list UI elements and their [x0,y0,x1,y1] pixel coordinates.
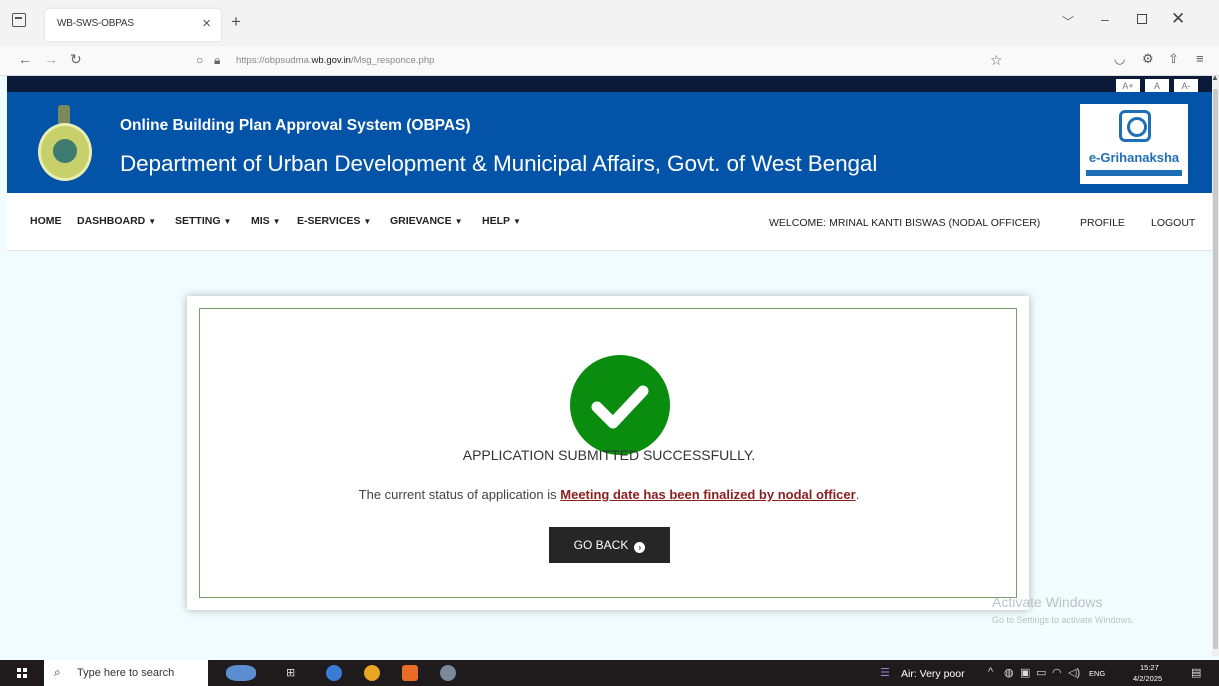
caret-down-icon: ▼ [513,217,521,226]
language-indicator[interactable]: ENG [1089,669,1105,678]
network-icon[interactable]: ◍ [1004,666,1014,679]
scrollbar-thumb[interactable] [1213,89,1218,649]
site-subtitle: Department of Urban Development & Munici… [120,151,878,176]
lock-icon[interactable]: 🔒︎ [214,53,220,68]
caret-down-icon: ▼ [454,217,463,226]
task-view-icon[interactable]: ⊞ [286,666,295,679]
back-arrow-icon[interactable]: ← [18,51,32,67]
taskbar-search[interactable]: ⌕ Type here to search [44,660,208,686]
menu-item-help[interactable]: HELP ▼ [482,215,521,227]
weather-widget-icon[interactable] [226,665,256,681]
firefox-icon[interactable] [402,665,418,681]
success-check-icon [570,355,670,455]
bookmark-star-icon[interactable]: ☆ [990,52,1003,69]
air-quality-icon: ☰ [880,667,890,679]
menu-icon[interactable]: ≡ [1196,51,1204,66]
monitor-icon[interactable]: ▣ [1020,666,1030,679]
clock-date[interactable]: 4/2/2025 [1133,674,1162,683]
state-emblem [34,105,96,185]
share-icon[interactable]: ⇧ [1168,51,1179,67]
windows-start-icon[interactable] [17,668,27,678]
result-panel: APPLICATION SUBMITTED SUCCESSFULLY. The … [199,308,1017,598]
tab-list-icon[interactable] [12,13,26,27]
welcome-text: WELCOME: MRINAL KANTI BISWAS (NODAL OFFI… [769,217,1041,229]
browser-tabbar: WB-SWS-OBPAS × + ﹀ – ✕ [0,0,1219,46]
site-title: Online Building Plan Approval System (OB… [120,117,471,134]
notification-icon[interactable]: ▤ [1191,666,1201,679]
window-close-icon[interactable]: ✕ [1171,9,1185,29]
status-value: Meeting date has been finalized by nodal… [560,487,856,502]
logo-text: e-Grihanaksha [1088,150,1180,165]
house-icon [1119,110,1151,142]
tab-title: WB-SWS-OBPAS [57,18,134,29]
activate-windows-subtitle: Go to Settings to activate Windows. [992,615,1135,625]
url-text[interactable]: https://obpsudma.wb.gov.in/Msg_responce.… [236,55,434,66]
tray-chevron-icon[interactable]: ^ [988,666,993,678]
menu-item-mis[interactable]: MIS ▼ [251,215,281,227]
accessibility-strip: A+ A A- [7,76,1212,93]
result-card: APPLICATION SUBMITTED SUCCESSFULLY. The … [187,296,1029,610]
tab-overflow-chevron-icon[interactable]: ﹀ [1062,13,1074,30]
new-tab-icon[interactable]: + [231,12,241,32]
menu-item-setting[interactable]: SETTING ▼ [175,215,231,227]
font-increase-button[interactable]: A+ [1116,79,1140,93]
caret-down-icon: ▼ [148,217,157,226]
profile-link[interactable]: PROFILE [1080,217,1125,229]
forward-arrow-icon[interactable]: → [44,51,58,67]
logout-link[interactable]: LOGOUT [1151,217,1195,229]
caret-down-icon: ▼ [272,217,281,226]
wifi-icon[interactable]: ◠ [1052,666,1062,679]
copilot-icon[interactable] [326,665,342,681]
success-message: APPLICATION SUBMITTED SUCCESSFULLY. [462,447,756,463]
e-grihanaksha-logo: e-Grihanaksha [1080,104,1188,184]
search-placeholder: Type here to search [77,667,175,679]
battery-icon[interactable]: ▭ [1036,666,1046,679]
clock-time[interactable]: 15:27 [1140,663,1159,672]
browser-tab[interactable]: WB-SWS-OBPAS × [45,9,221,41]
caret-down-icon: ▼ [363,217,372,226]
chrome-icon[interactable] [364,665,380,681]
pocket-icon[interactable]: ◡ [1114,51,1125,67]
minimize-icon[interactable]: – [1101,11,1109,27]
app-icon[interactable] [440,665,456,681]
menu-item-grievance[interactable]: GRIEVANCE ▼ [390,215,463,227]
shield-icon[interactable]: ○ [196,53,203,67]
windows-taskbar: ⌕ Type here to search ⊞ ☰ Air: Very poor… [0,660,1219,686]
menu-item-e-services[interactable]: E-SERVICES ▼ [297,215,371,227]
status-prefix: The current status of application is [358,487,561,502]
reload-icon[interactable]: ↻ [70,51,82,68]
font-size-buttons: A+ A A- [1111,76,1198,93]
site-header: Online Building Plan Approval System (OB… [7,92,1212,193]
chevron-right-circle-icon: › [634,541,646,553]
menu-item-dashboard[interactable]: DASHBOARD ▼ [77,215,156,227]
activate-windows-title: Activate Windows [992,594,1103,610]
status-line: The current status of application is Mee… [200,487,1018,502]
search-icon: ⌕ [54,665,61,679]
extensions-icon[interactable]: ⚙ [1142,51,1154,67]
air-quality-text[interactable]: Air: Very poor [901,668,965,680]
go-back-button[interactable]: GO BACK › [549,527,670,563]
main-menu: HOME DASHBOARD ▼ SETTING ▼ MIS ▼ E-SERVICES… [7,193,1212,251]
caret-down-icon: ▼ [223,217,232,226]
browser-navbar: ← → ↻ ○ 🔒︎ https://obpsudma.wb.gov.in/Ms… [0,46,1219,76]
address-bar[interactable]: ○ 🔒︎ https://obpsudma.wb.gov.in/Msg_resp… [190,50,1010,72]
menu-item-home[interactable]: HOME [30,215,62,227]
font-normal-button[interactable]: A [1145,79,1169,93]
scroll-up-icon[interactable]: ▲ [1211,73,1219,82]
volume-icon[interactable]: ◁) [1068,666,1080,679]
maximize-icon[interactable] [1137,14,1147,24]
status-suffix: . [855,487,860,502]
font-decrease-button[interactable]: A- [1174,79,1198,93]
tab-close-icon[interactable]: × [202,15,211,32]
